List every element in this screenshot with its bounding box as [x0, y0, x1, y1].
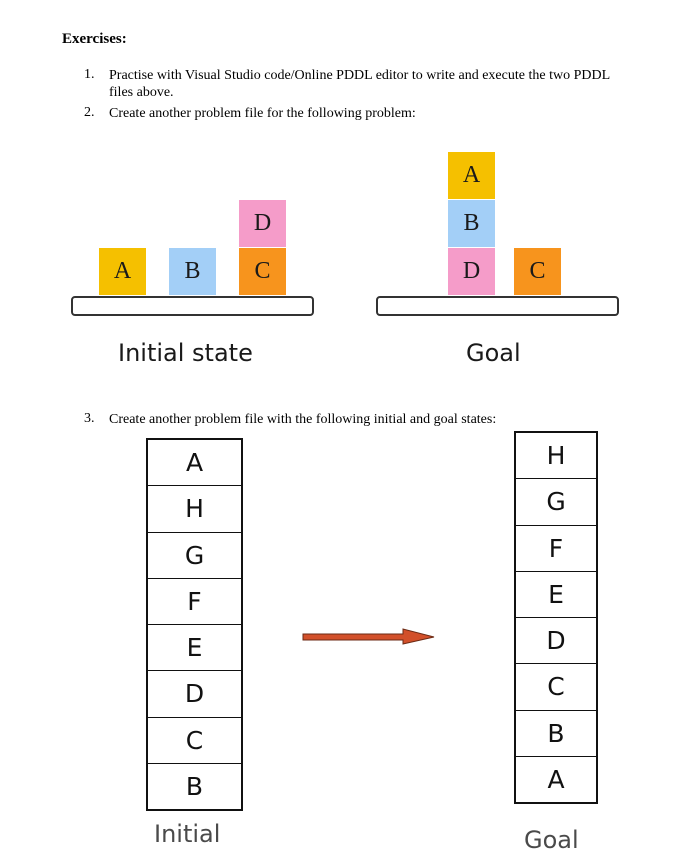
item-1-text: Practise with Visual Studio code/Online … — [109, 68, 610, 100]
item-2-number: 2. — [84, 105, 95, 120]
initial-stack-cell: F — [148, 579, 241, 625]
block-label: D — [253, 210, 272, 236]
arrow-icon — [302, 628, 435, 645]
goal-block-c: C — [514, 248, 561, 295]
item-3-number: 3. — [84, 411, 95, 426]
goal-stack-cell: H — [516, 433, 596, 480]
goal-caption-2: Goal — [524, 826, 579, 854]
block-label: B — [184, 258, 201, 284]
initial-block-a: A — [99, 248, 146, 295]
goal-block-b: B — [448, 200, 495, 247]
goal-block-d: D — [448, 248, 495, 295]
goal-caption: Goal — [466, 339, 521, 367]
goal-stack-cell: E — [516, 572, 596, 618]
goal-stack-cell: G — [516, 479, 596, 526]
item-3-text: Create another problem file with the fol… — [109, 412, 497, 427]
goal-stack-cell: A — [547, 764, 565, 794]
block-label: C — [529, 258, 546, 284]
initial-table — [71, 296, 314, 316]
goal-stack-cell: C — [516, 664, 596, 711]
goal-stack-cell: F — [516, 526, 596, 572]
initial-state-caption: Initial state — [118, 339, 253, 367]
block-label: B — [463, 210, 480, 236]
block-label: D — [462, 258, 481, 284]
item-2-text: Create another problem file for the foll… — [109, 106, 416, 121]
initial-stack-cell: H — [148, 486, 241, 533]
initial-caption: Initial — [154, 820, 221, 848]
initial-stack-cell: G — [148, 533, 241, 579]
goal-stack-cell: B — [516, 711, 596, 757]
goal-stack-cell: D — [516, 618, 596, 665]
initial-block-c: C — [239, 248, 286, 295]
block-label: C — [254, 258, 271, 284]
initial-stack-cell: B — [185, 771, 204, 801]
block-label: A — [462, 162, 481, 188]
goal-block-a: A — [448, 152, 495, 199]
item-1-number: 1. — [84, 67, 95, 82]
initial-block-b: B — [169, 248, 216, 295]
goal-table — [376, 296, 619, 316]
initial-stack-cell: E — [148, 625, 241, 672]
initial-stack: A H G F E D C B — [146, 438, 243, 811]
initial-block-d: D — [239, 200, 286, 247]
goal-stack: H G F E D C B A — [514, 431, 598, 804]
exercises-heading: Exercises: — [62, 31, 127, 47]
block-label: A — [113, 258, 132, 284]
initial-stack-cell: D — [148, 671, 241, 718]
initial-stack-cell: C — [148, 718, 241, 764]
initial-stack-cell: A — [148, 440, 241, 487]
